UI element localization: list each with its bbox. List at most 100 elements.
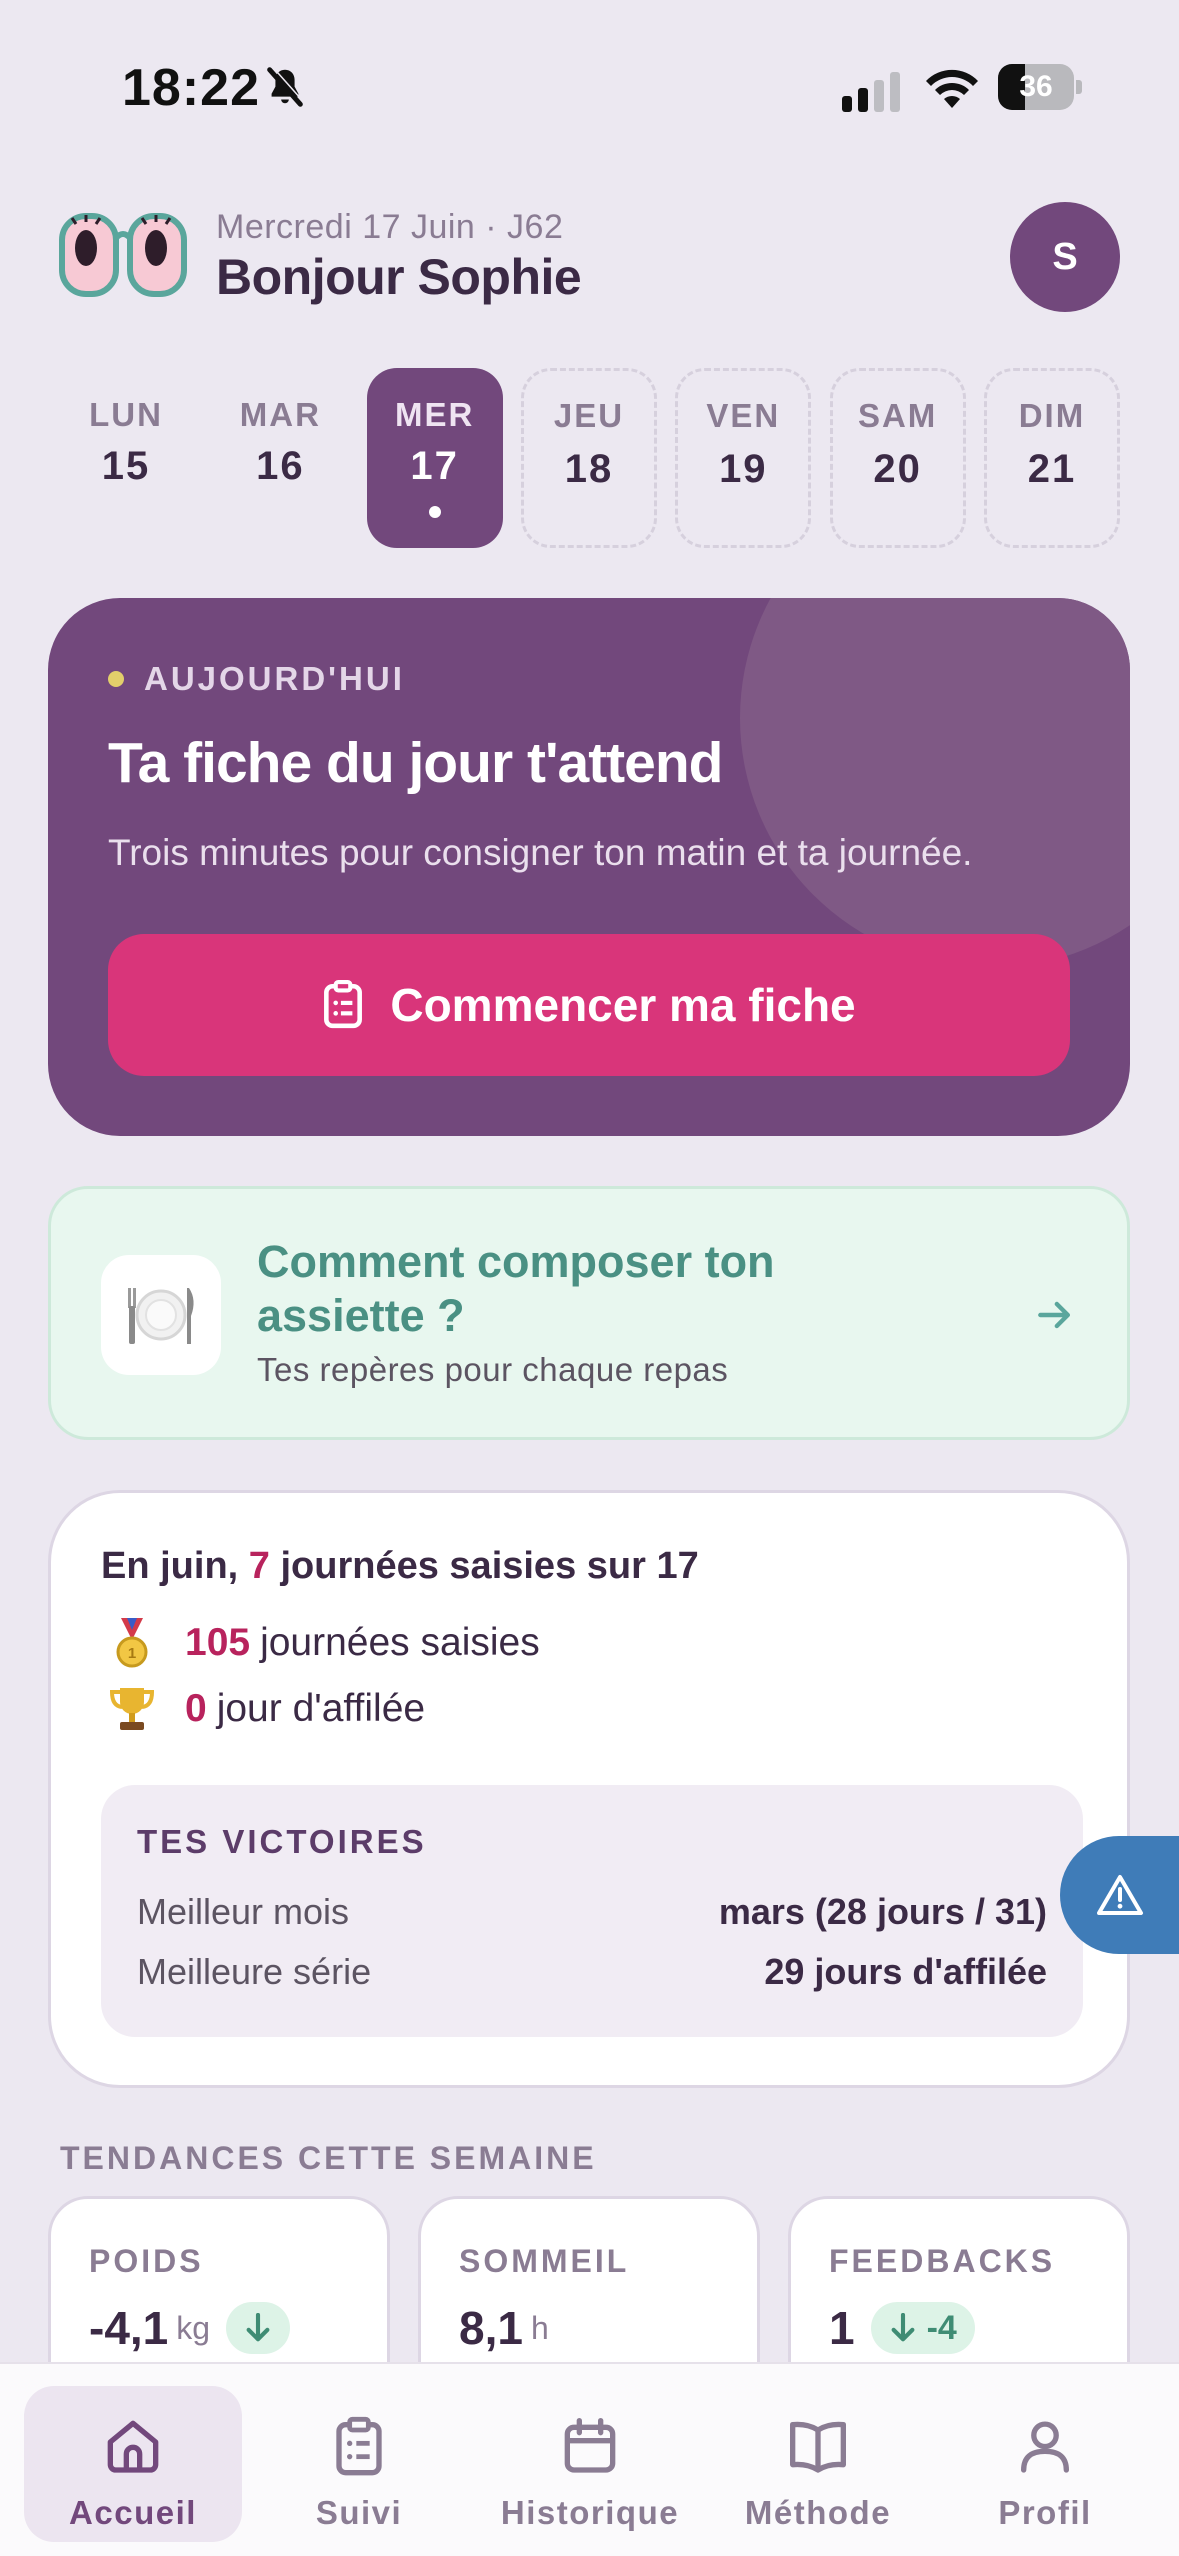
- plate-cutlery-icon: [128, 1288, 194, 1344]
- trophy-icon: [109, 1688, 155, 1730]
- start-form-label: Commencer ma fiche: [390, 979, 856, 1031]
- plate-guide-title: Comment composer ton assiette ?: [257, 1236, 775, 1341]
- svg-text:1: 1: [128, 1645, 136, 1662]
- today-title: Ta fiche du jour t'attend: [108, 731, 723, 795]
- trend-number: 1: [829, 2302, 855, 2354]
- week-strip: LUN 15 MAR 16 MER 17 JEU 18 VEN 19 SAM 2…: [58, 368, 1120, 550]
- calendar-icon: [564, 2418, 616, 2473]
- alert-button[interactable]: [1060, 1836, 1179, 1954]
- best-streak-value: 29 jours d'affilée: [764, 1951, 1047, 1992]
- trend-value: 8,1 h: [459, 2301, 549, 2355]
- month-summary-suffix: journées saisies sur 17: [269, 1545, 699, 1587]
- plate-guide-subtitle: Tes repères pour chaque repas: [257, 1351, 729, 1388]
- nav-label: Historique: [500, 2494, 680, 2531]
- best-streak-label: Meilleure série: [137, 1951, 372, 1992]
- trend-label: FEEDBACKS: [829, 2243, 1056, 2279]
- medal-icon: 1: [116, 1618, 148, 1668]
- nav-label: Méthode: [744, 2494, 892, 2531]
- streak-count: 0: [185, 1687, 207, 1730]
- day-label: VEN: [706, 397, 781, 434]
- day-label: LUN: [89, 396, 163, 433]
- battery-indicator: 36: [998, 64, 1082, 110]
- day-number: 21: [1027, 447, 1077, 491]
- clipboard-icon: [324, 980, 363, 1029]
- header-date: Mercredi 17 Juin · J62: [216, 208, 564, 246]
- arrow-right-icon: [1038, 1301, 1071, 1329]
- nav-profile[interactable]: Profil: [950, 2386, 1140, 2542]
- bell-off-icon: [267, 66, 304, 107]
- nav-home[interactable]: Accueil: [24, 2386, 242, 2542]
- cellular-signal-icon: [842, 72, 900, 112]
- monthly-stats-card: En juin, 7 journées saisies sur 17 1 105…: [48, 1490, 1130, 2088]
- today-card: AUJOURD'HUI Ta fiche du jour t'attend Tr…: [48, 598, 1130, 1136]
- streak-label: jour d'affilée: [216, 1687, 426, 1730]
- bottom-nav: Accueil Suivi Historique Méthode Profil: [0, 2362, 1179, 2556]
- nav-tracking[interactable]: Suivi: [264, 2386, 454, 2542]
- day-label: MAR: [239, 396, 321, 433]
- day-thu[interactable]: JEU 18: [520, 368, 657, 548]
- day-number: 19: [719, 447, 768, 491]
- total-days-label: journées saisies: [260, 1621, 540, 1664]
- nav-label: Profil: [998, 2494, 1092, 2531]
- day-number: 17: [410, 444, 459, 488]
- trend-unit: kg: [176, 2309, 211, 2346]
- day-sun[interactable]: DIM 21: [983, 368, 1120, 548]
- month-summary: En juin, 7 journées saisies sur 17: [101, 1545, 699, 1588]
- best-month-row: Meilleur mois mars (28 jours / 31): [137, 1891, 1047, 1933]
- trend-label: SOMMEIL: [459, 2243, 630, 2279]
- today-subtitle: Trois minutes pour consigner ton matin e…: [108, 832, 973, 873]
- plate-guide-card[interactable]: Comment composer ton assiette ? Tes repè…: [48, 1186, 1130, 1440]
- header: Mercredi 17 Juin · J62 Bonjour Sophie S: [58, 200, 1120, 320]
- home-screen: 18:22 36 Mercredi 17 Juin · J62 Bonjour …: [0, 0, 1179, 2556]
- victories-title: TES VICTOIRES: [137, 1823, 427, 1860]
- day-number: 16: [256, 444, 305, 488]
- status-bar: 18:22 36: [0, 50, 1179, 130]
- day-tue[interactable]: MAR 16: [212, 368, 348, 548]
- day-wed-selected[interactable]: MER 17: [366, 368, 503, 548]
- nav-history[interactable]: Historique: [480, 2386, 700, 2542]
- trend-badge-value: -4: [926, 2308, 957, 2347]
- day-fri[interactable]: VEN 19: [675, 368, 812, 548]
- day-number: 18: [564, 447, 614, 491]
- day-mon[interactable]: LUN 15: [58, 368, 194, 548]
- glasses-logo-icon: [59, 213, 187, 297]
- total-days-row: 1 105 journées saisies: [105, 1613, 540, 1673]
- trend-badge: -4: [870, 2302, 975, 2354]
- today-dot: [428, 506, 441, 518]
- avatar[interactable]: S: [1010, 202, 1120, 312]
- month-summary-count: 7: [248, 1545, 270, 1587]
- today-kicker: AUJOURD'HUI: [108, 660, 405, 698]
- start-form-button[interactable]: Commencer ma fiche: [108, 934, 1070, 1076]
- wifi-icon: [926, 69, 978, 108]
- user-icon: [1021, 2421, 1069, 2473]
- nav-label: Accueil: [69, 2494, 197, 2531]
- day-label: JEU: [553, 397, 625, 434]
- month-summary-prefix: En juin,: [101, 1545, 249, 1587]
- decorative-circle: [740, 598, 1130, 968]
- day-label: DIM: [1018, 397, 1086, 434]
- streak-row: 0 jour d'affilée: [105, 1679, 425, 1739]
- best-month-label: Meilleur mois: [137, 1891, 350, 1932]
- trend-badge: [226, 2302, 291, 2354]
- day-number: 15: [101, 444, 151, 488]
- best-streak-row: Meilleure série 29 jours d'affilée: [137, 1951, 1047, 1993]
- status-time: 18:22: [122, 59, 260, 117]
- today-kicker-label: AUJOURD'HUI: [144, 660, 405, 697]
- trend-number: 8,1: [459, 2302, 523, 2354]
- nav-label: Suivi: [315, 2494, 403, 2531]
- nav-method[interactable]: Méthode: [722, 2386, 914, 2542]
- day-sat[interactable]: SAM 20: [829, 368, 966, 548]
- book-icon: [790, 2421, 846, 2473]
- plate-icon-tile: [101, 1255, 221, 1375]
- trend-value: 1 -4: [829, 2301, 975, 2355]
- warning-icon: [1097, 1875, 1143, 1915]
- day-label: SAM: [857, 397, 938, 434]
- arrow-down-icon: [891, 2313, 915, 2342]
- clipboard-icon: [336, 2416, 382, 2476]
- trend-number: -4,1: [89, 2302, 169, 2354]
- trend-value: -4,1 kg: [89, 2301, 291, 2355]
- total-days-count: 105: [185, 1621, 251, 1664]
- trend-unit: h: [530, 2309, 549, 2346]
- home-icon: [107, 2420, 159, 2473]
- day-number: 20: [873, 447, 922, 491]
